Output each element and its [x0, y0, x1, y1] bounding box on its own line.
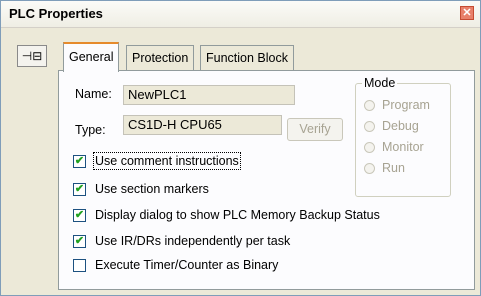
- name-field: NewPLC1: [123, 85, 295, 105]
- checkbox-box[interactable]: [73, 259, 86, 272]
- window-title: PLC Properties: [9, 6, 103, 21]
- pin-icon[interactable]: ⊣⊟: [17, 45, 47, 67]
- checkbox-box[interactable]: ✔: [73, 235, 86, 248]
- name-label: Name:: [75, 87, 112, 101]
- checkbox-box[interactable]: ✔: [73, 209, 86, 222]
- checkbox-box[interactable]: ✔: [73, 183, 86, 196]
- plc-properties-window: PLC Properties ✕ ⊣⊟ General Protection F…: [0, 0, 481, 296]
- radio-button[interactable]: [364, 100, 375, 111]
- verify-button[interactable]: Verify: [287, 118, 343, 141]
- tab-function-block[interactable]: Function Block: [200, 45, 294, 71]
- type-field: CS1D-H CPU65: [123, 115, 282, 135]
- radio-button[interactable]: [364, 163, 375, 174]
- mode-option-label: Debug: [382, 119, 419, 133]
- radio-button[interactable]: [364, 142, 375, 153]
- mode-option-label: Run: [382, 161, 405, 175]
- close-icon[interactable]: ✕: [460, 6, 474, 20]
- general-tab-panel: Name: NewPLC1 Type: CS1D-H CPU65 Verify …: [58, 70, 475, 290]
- radio-button[interactable]: [364, 121, 375, 132]
- checkbox-label: Use section markers: [95, 182, 209, 196]
- checkbox-box[interactable]: ✔: [73, 155, 86, 168]
- tab-protection[interactable]: Protection: [126, 45, 195, 71]
- title-bar[interactable]: PLC Properties ✕: [1, 1, 480, 28]
- mode-group: Mode Program Debug Monitor Run: [355, 76, 451, 197]
- checkbox-label: Execute Timer/Counter as Binary: [95, 258, 279, 272]
- mode-option-label: Program: [382, 98, 430, 112]
- mode-option-label: Monitor: [382, 140, 424, 154]
- type-label: Type:: [75, 123, 106, 137]
- checkbox-label: Use IR/DRs independently per task: [95, 234, 291, 248]
- mode-group-title: Mode: [362, 76, 398, 90]
- checkbox-label: Display dialog to show PLC Memory Backup…: [95, 208, 380, 222]
- tab-general[interactable]: General: [63, 42, 120, 72]
- checkbox-label: Use comment instructions: [93, 152, 241, 170]
